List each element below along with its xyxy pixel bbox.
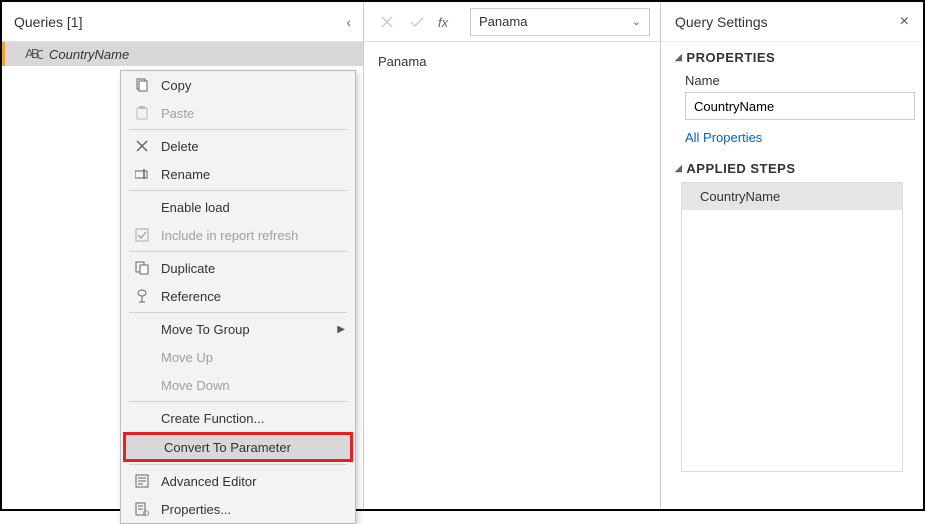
menu-move-to-group-label: Move To Group [161,322,337,337]
menu-rename[interactable]: Rename [121,160,355,188]
menu-move-up-label: Move Up [161,350,345,365]
menu-paste-label: Paste [161,106,345,121]
blank-icon [131,199,153,215]
editor-icon [131,473,153,489]
menu-reference-label: Reference [161,289,345,304]
menu-move-down: Move Down [121,371,355,399]
applied-steps-header[interactable]: ◢ APPLIED STEPS [675,161,909,176]
properties-header[interactable]: ◢ PROPERTIES [675,50,909,65]
menu-move-down-label: Move Down [161,378,345,393]
menu-enable-load-label: Enable load [161,200,345,215]
menu-create-function[interactable]: Create Function... [121,404,355,432]
name-label: Name [685,73,909,88]
fx-icon[interactable]: fx [434,9,460,35]
menu-delete[interactable]: Delete [121,132,355,160]
rename-icon [131,166,153,182]
delete-icon [131,138,153,154]
applied-step-label: CountryName [700,189,780,204]
copy-icon [131,77,153,93]
properties-header-label: PROPERTIES [686,50,775,65]
menu-delete-label: Delete [161,139,345,154]
menu-copy[interactable]: Copy [121,71,355,99]
queries-header: Queries [1] ‹ [2,2,363,42]
submenu-arrow-icon: ▶ [337,324,345,335]
all-properties-link[interactable]: All Properties [685,130,762,145]
menu-include-refresh-label: Include in report refresh [161,228,345,243]
applied-steps-section: ◢ APPLIED STEPS CountryName [661,153,923,476]
menu-move-up: Move Up [121,343,355,371]
formula-value: Panama [479,14,527,29]
applied-steps-header-label: APPLIED STEPS [686,161,795,176]
highlight-convert-to-parameter: Convert To Parameter [123,432,353,462]
paste-icon [131,105,153,121]
menu-advanced-editor[interactable]: Advanced Editor [121,467,355,495]
caret-down-icon: ◢ [675,163,682,174]
checkbox-checked-icon [131,227,153,243]
menu-separator [129,312,347,313]
properties-section: ◢ PROPERTIES Name All Properties [661,42,923,153]
menu-properties[interactable]: Properties... [121,495,355,523]
formula-bar: fx Panama ⌄ [364,2,660,42]
preview-area: Panama [364,42,660,81]
menu-paste: Paste [121,99,355,127]
caret-down-icon: ◢ [675,52,682,63]
context-menu: Copy Paste Delete Rename [120,70,356,524]
menu-convert-to-parameter-label: Convert To Parameter [164,440,342,455]
blank-icon [131,349,153,365]
menu-duplicate-label: Duplicate [161,261,345,276]
formula-input[interactable]: Panama ⌄ [470,8,650,36]
query-item-label: CountryName [49,47,129,62]
menu-properties-label: Properties... [161,502,345,517]
menu-separator [129,464,347,465]
queries-header-title: Queries [1] [14,14,82,30]
query-item-countryname[interactable]: ABC CountryName [2,42,363,66]
svg-text:C: C [36,47,43,61]
blank-icon [131,410,153,426]
menu-separator [129,251,347,252]
reference-icon [131,288,153,304]
menu-include-refresh: Include in report refresh [121,221,355,249]
menu-rename-label: Rename [161,167,345,182]
menu-create-function-label: Create Function... [161,411,345,426]
collapse-left-icon[interactable]: ‹ [346,14,351,30]
menu-duplicate[interactable]: Duplicate [121,254,355,282]
confirm-formula-icon[interactable] [404,9,430,35]
properties-icon [131,501,153,517]
menu-move-to-group[interactable]: Move To Group ▶ [121,315,355,343]
menu-convert-to-parameter[interactable]: Convert To Parameter [126,435,350,459]
query-settings-panel: Query Settings × ◢ PROPERTIES Name All P… [661,2,923,509]
applied-step-item[interactable]: CountryName [682,183,902,210]
menu-reference[interactable]: Reference [121,282,355,310]
chevron-down-icon[interactable]: ⌄ [632,15,641,28]
applied-steps-list: CountryName [681,182,903,472]
blank-icon [134,439,156,455]
menu-separator [129,401,347,402]
svg-text:fx: fx [438,15,449,30]
menu-separator [129,129,347,130]
menu-advanced-editor-label: Advanced Editor [161,474,345,489]
preview-value: Panama [378,54,426,69]
settings-header: Query Settings × [661,2,923,42]
menu-separator [129,190,347,191]
duplicate-icon [131,260,153,276]
menu-copy-label: Copy [161,78,345,93]
queries-panel: Queries [1] ‹ ABC CountryName Copy Paste [2,2,364,509]
abc-type-icon: ABC [25,46,43,62]
menu-enable-load[interactable]: Enable load [121,193,355,221]
settings-title: Query Settings [675,14,768,30]
blank-icon [131,377,153,393]
preview-panel: fx Panama ⌄ Panama [364,2,661,509]
cancel-formula-icon[interactable] [374,9,400,35]
name-input[interactable] [685,92,915,120]
blank-icon [131,321,153,337]
close-icon[interactable]: × [900,13,909,31]
